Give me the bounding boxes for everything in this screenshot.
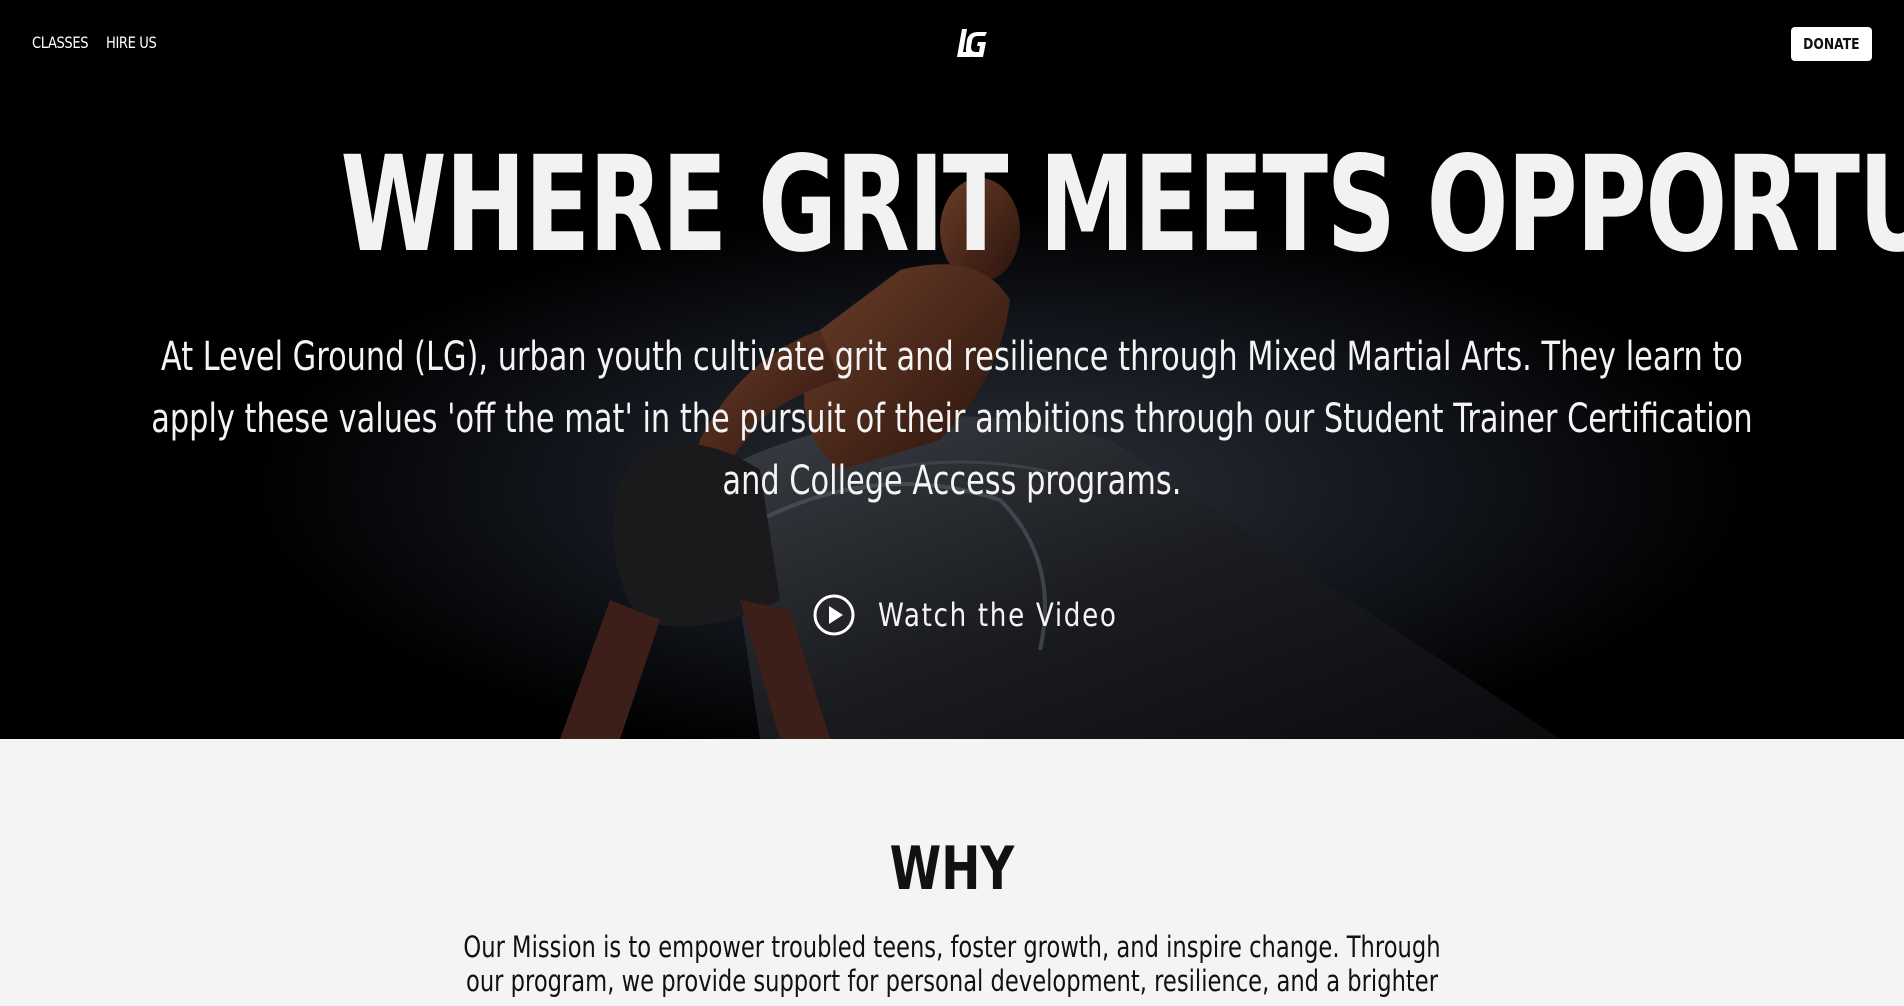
mission-text: Our Mission is to empower troubled teens…: [452, 930, 1452, 998]
top-nav: CLASSES HIRE US DONATE: [0, 0, 1904, 88]
watch-video-label: Watch the Video: [878, 596, 1118, 634]
hero-section: CLASSES HIRE US DONATE WHERE GRIT MEETS …: [0, 0, 1904, 739]
hero-headline: WHERE GRIT MEETS OPPORTUNITY: [0, 130, 1904, 280]
watch-video-button[interactable]: Watch the Video: [812, 590, 1170, 640]
why-heading-text: WHY: [889, 834, 1015, 904]
mission-text-content: Our Mission is to empower troubled teens…: [463, 930, 1441, 998]
hero-intro-text: At Level Ground (LG), urban youth cultiv…: [151, 334, 1753, 504]
donate-button[interactable]: DONATE: [1791, 27, 1872, 61]
donate-button-label: DONATE: [1803, 35, 1860, 53]
nav-link-classes[interactable]: CLASSES: [32, 33, 89, 52]
nav-link-hire-us[interactable]: HIRE US: [106, 33, 157, 52]
why-heading: WHY: [0, 834, 1904, 904]
play-circle-icon: [813, 594, 855, 636]
hero-intro: At Level Ground (LG), urban youth cultiv…: [120, 326, 1784, 512]
hero-headline-text: WHERE GRIT MEETS OPPORTUNITY: [340, 128, 1904, 282]
lg-logo-icon[interactable]: [956, 26, 990, 60]
